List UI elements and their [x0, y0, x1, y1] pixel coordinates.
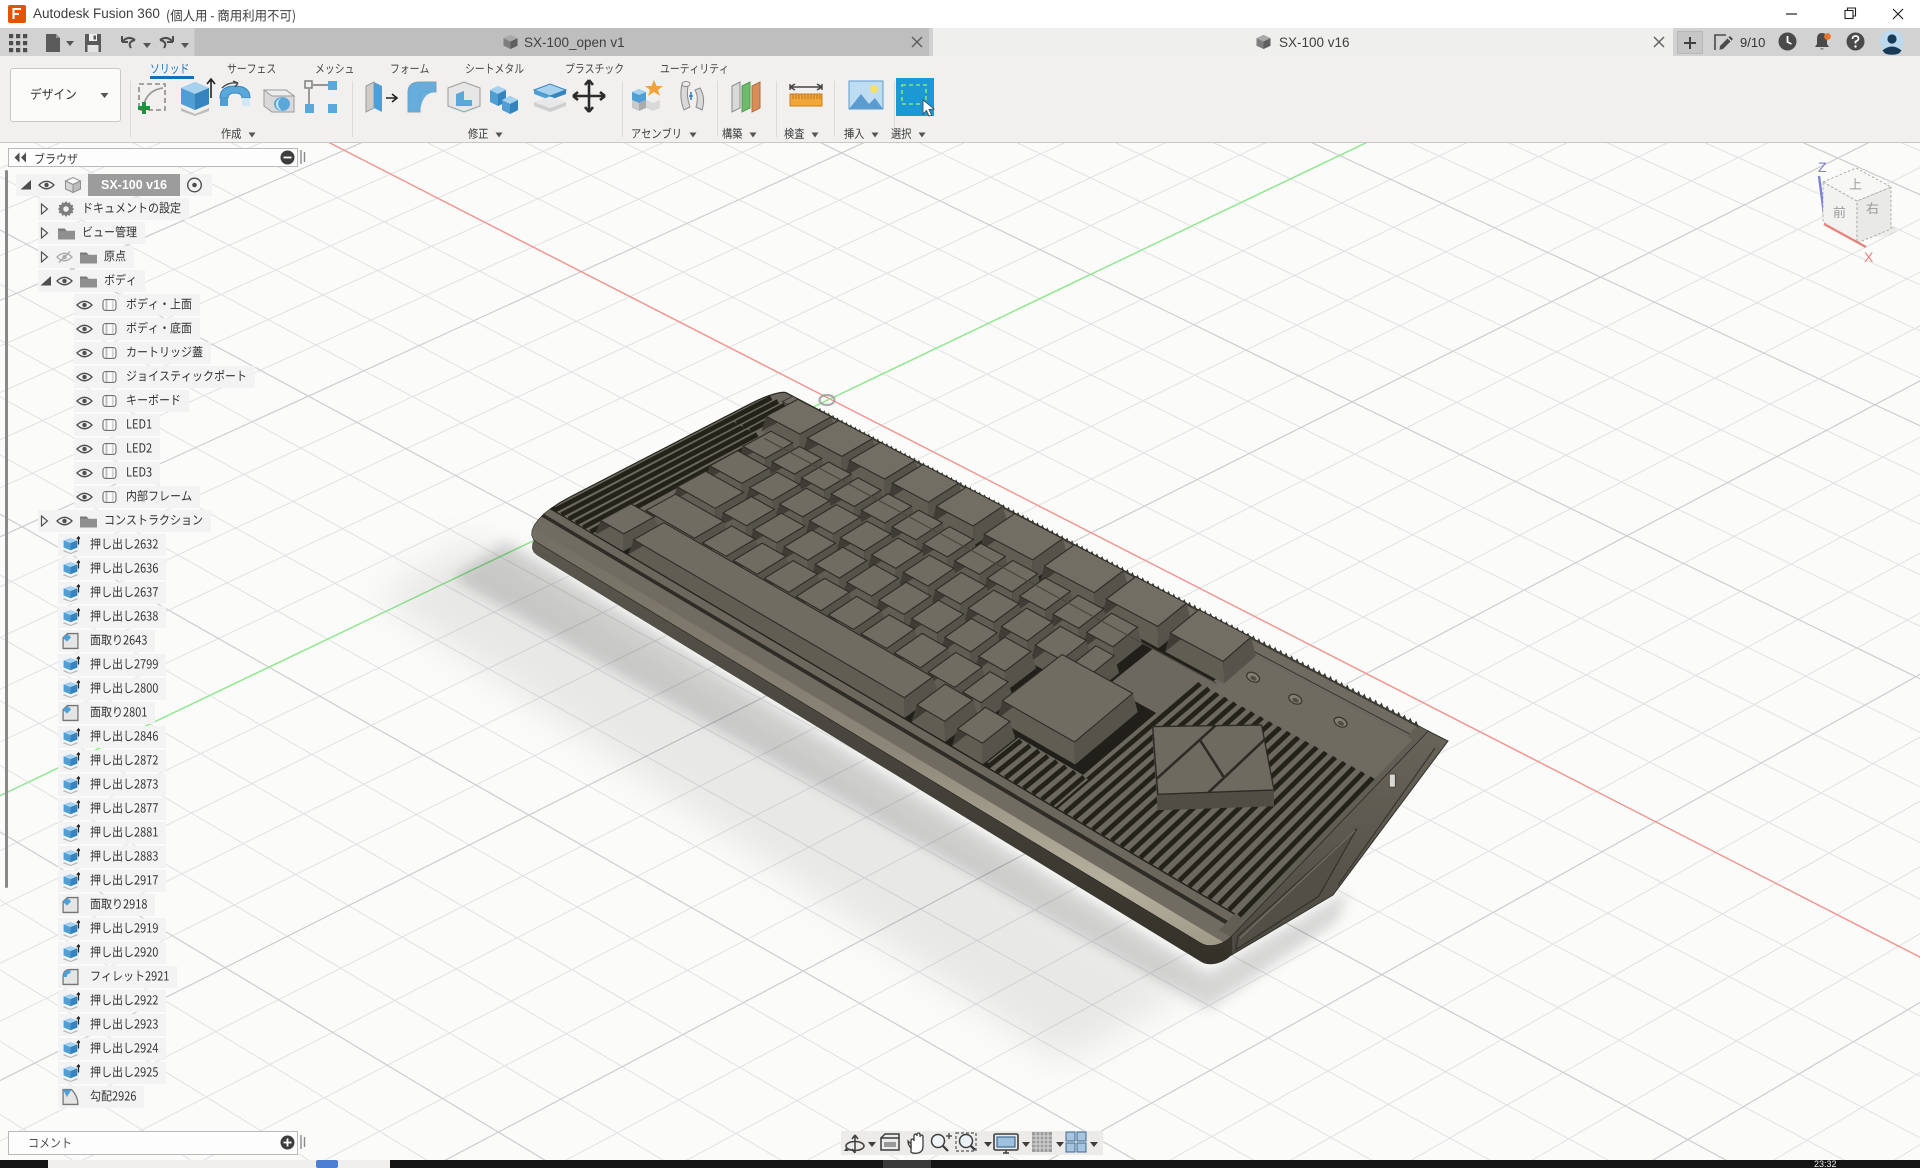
svg-text:X: X — [1864, 249, 1874, 265]
svg-text:Z: Z — [1818, 159, 1827, 175]
